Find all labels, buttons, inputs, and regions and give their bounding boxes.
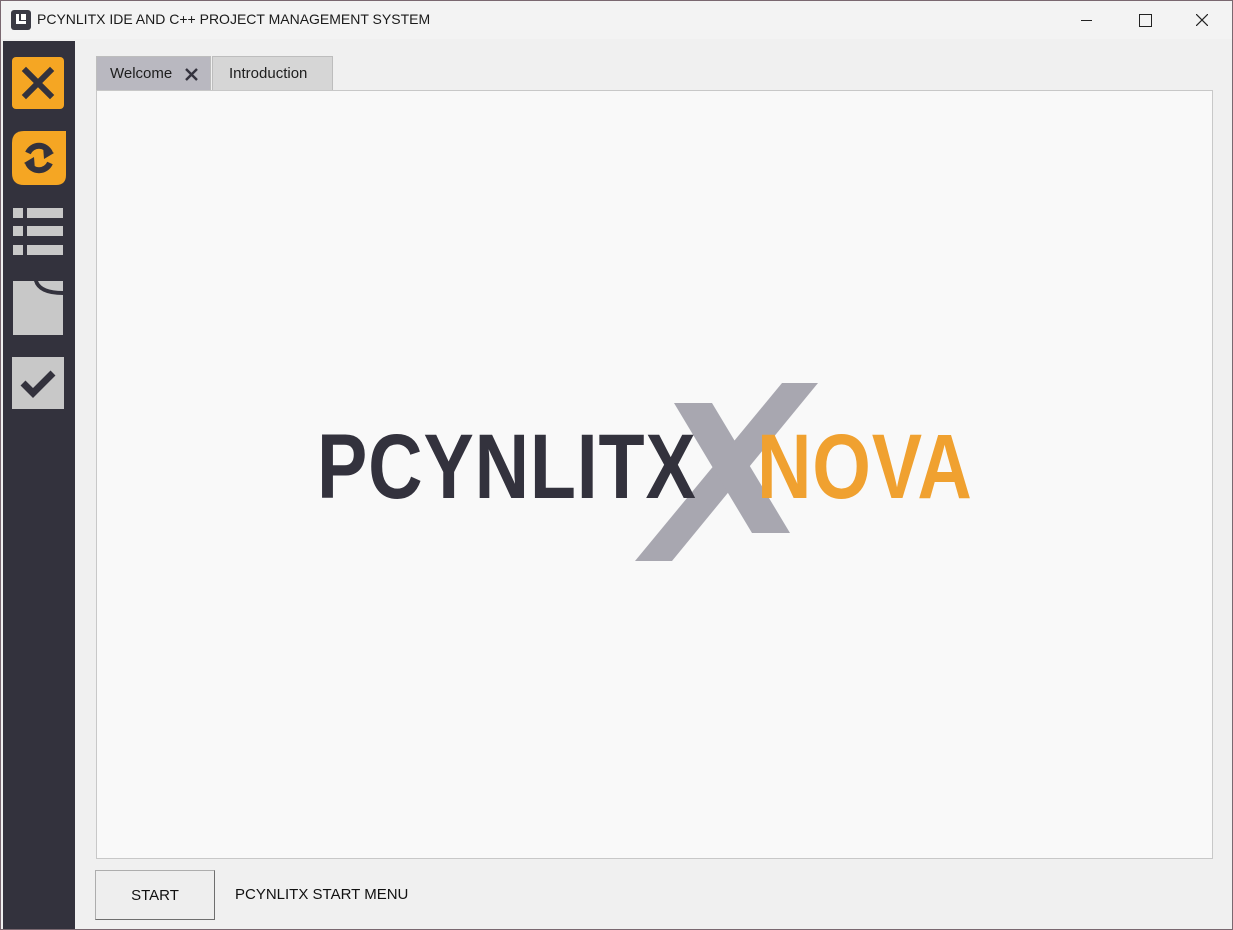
tab-welcome[interactable]: Welcome	[96, 56, 211, 91]
tab-close-icon[interactable]	[185, 68, 198, 81]
close-window-button[interactable]	[1173, 1, 1231, 39]
app-logo-icon	[11, 10, 31, 30]
tab-label: Introduction	[229, 65, 308, 82]
sidebar-list-button[interactable]	[12, 205, 64, 257]
app-window: PCYNLITX IDE AND C++ PROJECT MANAGEMENT …	[0, 0, 1233, 930]
start-menu-label: PCYNLITX START MENU	[235, 886, 409, 903]
sidebar-check-button[interactable]	[12, 357, 64, 409]
sidebar	[3, 41, 75, 929]
document-icon	[13, 281, 63, 335]
title-bar[interactable]: PCYNLITX IDE AND C++ PROJECT MANAGEMENT …	[1, 1, 1232, 39]
close-icon	[21, 66, 55, 100]
refresh-icon	[12, 131, 66, 185]
start-button-label: START	[131, 887, 179, 904]
close-icon	[1196, 14, 1208, 26]
sidebar-document-button[interactable]	[12, 281, 64, 335]
minimize-button[interactable]	[1057, 1, 1115, 39]
welcome-panel: PCYNLITX NOVA	[96, 90, 1213, 859]
sidebar-close-button[interactable]	[12, 57, 64, 109]
sidebar-refresh-button[interactable]	[12, 131, 66, 185]
logo-text-nova: NOVA	[757, 416, 973, 518]
tab-introduction[interactable]: Introduction	[212, 56, 333, 91]
list-icon	[13, 208, 63, 255]
maximize-button[interactable]	[1115, 1, 1173, 39]
checkmark-icon	[20, 370, 56, 398]
window-title: PCYNLITX IDE AND C++ PROJECT MANAGEMENT …	[37, 11, 431, 27]
logo-text-pcynlitx: PCYNLITX	[317, 416, 697, 518]
start-button[interactable]: START	[95, 870, 215, 920]
tab-label: Welcome	[110, 65, 173, 82]
